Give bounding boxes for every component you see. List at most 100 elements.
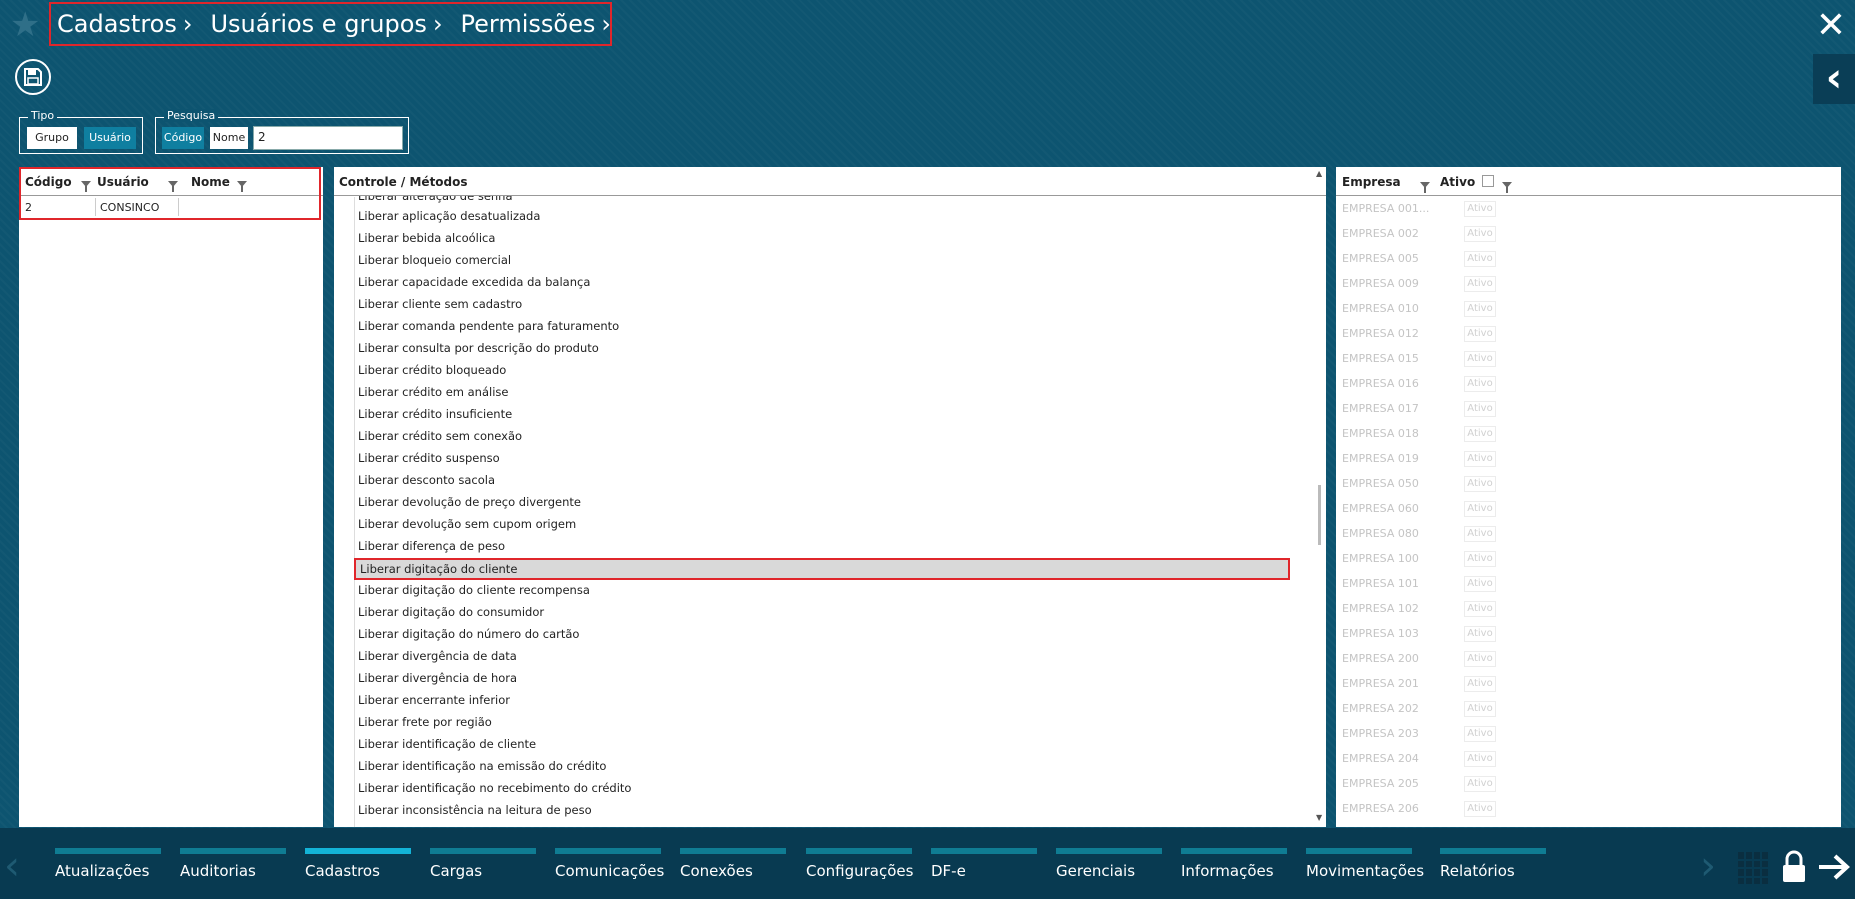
nav-item[interactable]: Conexões bbox=[680, 848, 786, 880]
nav-item[interactable]: Cadastros bbox=[305, 848, 411, 880]
table-row[interactable]: EMPRESA 009 Ativo bbox=[1342, 274, 1496, 294]
ativo-toggle[interactable]: Ativo bbox=[1464, 301, 1496, 317]
ativo-toggle[interactable]: Ativo bbox=[1464, 401, 1496, 417]
list-item[interactable]: Liberar aplicação desatualizada bbox=[358, 206, 540, 226]
nav-item[interactable]: Comunicações bbox=[555, 848, 664, 880]
list-item[interactable]: Liberar desconto sacola bbox=[358, 470, 495, 490]
list-item[interactable]: Liberar inconsistência na leitura de pes… bbox=[358, 800, 592, 820]
save-button[interactable] bbox=[15, 59, 51, 95]
ativo-toggle[interactable]: Ativo bbox=[1464, 751, 1496, 767]
nav-item[interactable]: Relatórios bbox=[1440, 848, 1546, 880]
table-row[interactable]: EMPRESA 016 Ativo bbox=[1342, 374, 1496, 394]
pesquisa-codigo-button[interactable]: Código bbox=[162, 127, 204, 149]
list-item[interactable]: Liberar devolução de preço divergente bbox=[358, 492, 581, 512]
table-row[interactable]: EMPRESA 002 Ativo bbox=[1342, 224, 1496, 244]
close-icon[interactable]: ✕ bbox=[1813, 8, 1849, 44]
table-row[interactable]: EMPRESA 050 Ativo bbox=[1342, 474, 1496, 494]
list-item[interactable]: Liberar crédito insuficiente bbox=[358, 404, 512, 424]
ativo-toggle[interactable]: Ativo bbox=[1464, 476, 1496, 492]
list-item-selected[interactable]: Liberar digitação do cliente bbox=[354, 558, 1290, 580]
list-item[interactable]: Liberar digitação do consumidor bbox=[358, 602, 544, 622]
list-item[interactable]: Liberar bloqueio comercial bbox=[358, 250, 511, 270]
breadcrumb-item-permissoes[interactable]: Permissões › bbox=[461, 10, 611, 38]
filter-icon[interactable] bbox=[1502, 182, 1512, 193]
nav-item[interactable]: Gerenciais bbox=[1056, 848, 1162, 880]
arrow-right-icon[interactable] bbox=[1817, 852, 1851, 886]
search-input[interactable]: 2 bbox=[253, 126, 403, 150]
ativo-toggle[interactable]: Ativo bbox=[1464, 201, 1496, 217]
list-item[interactable]: Liberar divergência de hora bbox=[358, 668, 517, 688]
list-item[interactable]: Liberar bebida alcoólica bbox=[358, 228, 495, 248]
scroll-down-arrow[interactable]: ▼ bbox=[1316, 813, 1322, 822]
ativo-toggle[interactable]: Ativo bbox=[1464, 501, 1496, 517]
ativo-toggle[interactable]: Ativo bbox=[1464, 576, 1496, 592]
list-item[interactable]: Liberar consulta por descrição do produt… bbox=[358, 338, 599, 358]
lock-icon[interactable] bbox=[1780, 850, 1808, 888]
table-row[interactable]: EMPRESA 101 Ativo bbox=[1342, 574, 1496, 594]
list-item[interactable]: Liberar diferença de peso bbox=[358, 536, 505, 556]
list-item[interactable]: Liberar devolução sem cupom origem bbox=[358, 514, 576, 534]
table-row[interactable]: EMPRESA 103 Ativo bbox=[1342, 624, 1496, 644]
nav-item[interactable]: Configurações bbox=[806, 848, 913, 880]
list-item[interactable]: Liberar capacidade excedida da balança bbox=[358, 272, 590, 292]
ativo-toggle[interactable]: Ativo bbox=[1464, 351, 1496, 367]
list-item[interactable]: Liberar crédito sem conexão bbox=[358, 426, 522, 446]
list-item[interactable]: Liberar identificação de cliente bbox=[358, 734, 536, 754]
ativo-toggle[interactable]: Ativo bbox=[1464, 601, 1496, 617]
list-item[interactable]: Liberar alteração de senha bbox=[358, 196, 513, 206]
star-icon[interactable]: ★ bbox=[10, 8, 40, 42]
select-all-checkbox[interactable] bbox=[1482, 175, 1494, 187]
nav-item[interactable]: Cargas bbox=[430, 848, 536, 880]
ativo-toggle[interactable]: Ativo bbox=[1464, 376, 1496, 392]
filter-icon[interactable] bbox=[1420, 182, 1430, 193]
table-row[interactable]: EMPRESA 200 Ativo bbox=[1342, 649, 1496, 669]
table-row[interactable]: EMPRESA 017 Ativo bbox=[1342, 399, 1496, 419]
ativo-toggle[interactable]: Ativo bbox=[1464, 701, 1496, 717]
list-item[interactable]: Liberar crédito em análise bbox=[358, 382, 508, 402]
table-row[interactable]: EMPRESA 005 Ativo bbox=[1342, 249, 1496, 269]
table-row[interactable]: EMPRESA 015 Ativo bbox=[1342, 349, 1496, 369]
tipo-grupo-button[interactable]: Grupo bbox=[27, 127, 77, 149]
chevron-left-icon[interactable]: ‹ bbox=[1813, 54, 1855, 104]
column-header-ativo[interactable]: Ativo bbox=[1440, 175, 1475, 189]
table-row[interactable]: EMPRESA 100 Ativo bbox=[1342, 549, 1496, 569]
list-item[interactable]: Liberar encerrante inferior bbox=[358, 690, 510, 710]
table-row[interactable]: EMPRESA 201 Ativo bbox=[1342, 674, 1496, 694]
scrollbar[interactable]: ▲ ▼ bbox=[1314, 167, 1326, 827]
list-item[interactable]: Liberar divergência de data bbox=[358, 646, 517, 666]
ativo-toggle[interactable]: Ativo bbox=[1464, 526, 1496, 542]
ativo-toggle[interactable]: Ativo bbox=[1464, 226, 1496, 242]
chevron-left-icon[interactable]: ‹ bbox=[4, 846, 20, 886]
scroll-up-arrow[interactable]: ▲ bbox=[1316, 169, 1322, 178]
ativo-toggle[interactable]: Ativo bbox=[1464, 626, 1496, 642]
list-item[interactable]: Liberar crédito bloqueado bbox=[358, 360, 506, 380]
ativo-toggle[interactable]: Ativo bbox=[1464, 451, 1496, 467]
list-item[interactable]: Liberar cliente sem cadastro bbox=[358, 294, 522, 314]
nav-item[interactable]: DF-e bbox=[931, 848, 1037, 880]
ativo-toggle[interactable]: Ativo bbox=[1464, 726, 1496, 742]
table-row[interactable]: EMPRESA 019 Ativo bbox=[1342, 449, 1496, 469]
list-item[interactable]: Liberar crédito suspenso bbox=[358, 448, 500, 468]
ativo-toggle[interactable]: Ativo bbox=[1464, 801, 1496, 817]
nav-item[interactable]: Movimentações bbox=[1306, 848, 1424, 880]
table-row[interactable]: EMPRESA 060 Ativo bbox=[1342, 499, 1496, 519]
column-header-empresa[interactable]: Empresa bbox=[1342, 175, 1401, 189]
breadcrumb-item-cadastros[interactable]: Cadastros › bbox=[57, 10, 192, 38]
table-row[interactable]: EMPRESA 018 Ativo bbox=[1342, 424, 1496, 444]
breadcrumb-item-usuarios-grupos[interactable]: Usuários e grupos › bbox=[210, 10, 442, 38]
ativo-toggle[interactable]: Ativo bbox=[1464, 326, 1496, 342]
table-row[interactable]: EMPRESA 010 Ativo bbox=[1342, 299, 1496, 319]
table-row[interactable]: EMPRESA 202 Ativo bbox=[1342, 699, 1496, 719]
list-item[interactable]: Liberar digitação do número do cartão bbox=[358, 624, 579, 644]
list-item[interactable]: Liberar frete por região bbox=[358, 712, 492, 732]
ativo-toggle[interactable]: Ativo bbox=[1464, 251, 1496, 267]
ativo-toggle[interactable]: Ativo bbox=[1464, 551, 1496, 567]
ativo-toggle[interactable]: Ativo bbox=[1464, 676, 1496, 692]
table-row[interactable]: EMPRESA 206 Ativo bbox=[1342, 799, 1496, 819]
pesquisa-nome-button[interactable]: Nome bbox=[210, 127, 248, 149]
ativo-toggle[interactable]: Ativo bbox=[1464, 776, 1496, 792]
table-row[interactable]: EMPRESA 001... Ativo bbox=[1342, 199, 1496, 219]
scroll-thumb[interactable] bbox=[1318, 485, 1321, 545]
table-row[interactable]: EMPRESA 012 Ativo bbox=[1342, 324, 1496, 344]
table-row[interactable]: EMPRESA 203 Ativo bbox=[1342, 724, 1496, 744]
